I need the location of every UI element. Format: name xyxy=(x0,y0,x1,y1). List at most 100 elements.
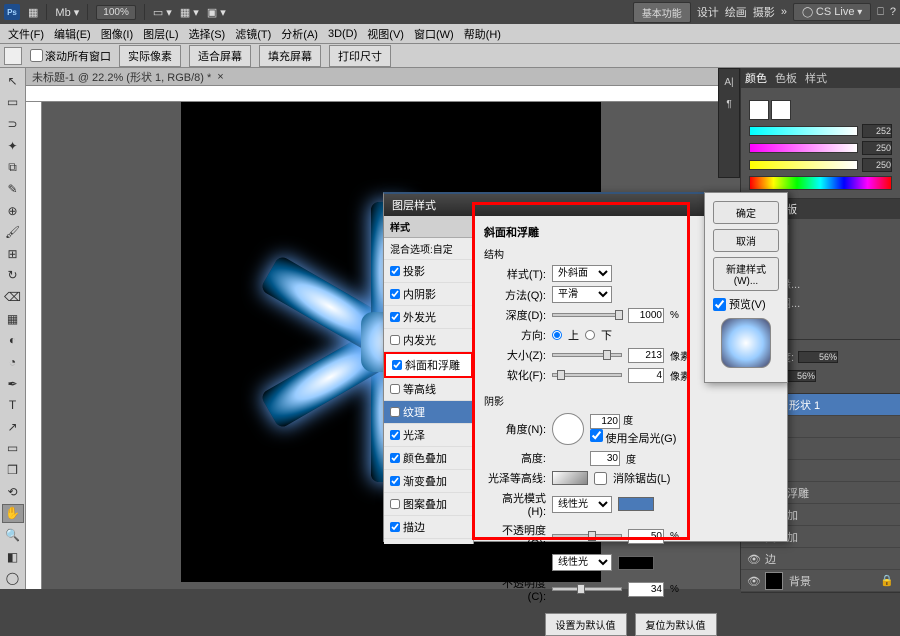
antialias-checkbox[interactable] xyxy=(594,472,607,485)
yellow-slider[interactable] xyxy=(749,160,858,170)
altitude-input[interactable] xyxy=(590,451,620,466)
soften-input[interactable] xyxy=(628,368,664,383)
opacity-input[interactable] xyxy=(798,351,838,363)
gloss-contour-picker[interactable] xyxy=(552,471,588,485)
menu-image[interactable]: 图像(I) xyxy=(97,24,137,44)
style-inner-shadow[interactable]: 内阴影 xyxy=(384,283,473,306)
shadow-opacity-slider[interactable] xyxy=(552,587,622,591)
crop-tool-icon[interactable]: ⧉ xyxy=(2,158,24,178)
size-input[interactable] xyxy=(628,348,664,363)
new-style-button[interactable]: 新建样式(W)... xyxy=(713,257,779,291)
style-bevel-emboss[interactable]: 斜面和浮雕 xyxy=(384,352,473,378)
dodge-tool-icon[interactable]: ◔ xyxy=(2,352,24,372)
cslive-button[interactable]: ◯ CS Live ▾ xyxy=(793,3,871,21)
move-tool-icon[interactable]: ↖ xyxy=(2,71,24,91)
highlight-opacity-slider[interactable] xyxy=(552,534,622,538)
style-color-overlay[interactable]: 颜色叠加 xyxy=(384,447,473,470)
zoom-tool-icon[interactable]: 🔍 xyxy=(2,525,24,545)
highlight-opacity-input[interactable] xyxy=(628,529,664,544)
screen-icon[interactable]: ▣ ▾ xyxy=(207,6,226,19)
cyan-slider[interactable] xyxy=(749,126,858,136)
reset-default-button[interactable]: 复位为默认值 xyxy=(635,613,717,636)
style-texture[interactable]: 纹理 xyxy=(384,401,473,424)
heal-tool-icon[interactable]: ⊕ xyxy=(2,201,24,221)
mb-icon[interactable]: Mb ▾ xyxy=(55,6,79,19)
pen-tool-icon[interactable]: ✒ xyxy=(2,374,24,394)
menu-file[interactable]: 文件(F) xyxy=(4,24,48,44)
menu-filter[interactable]: 滤镜(T) xyxy=(231,24,275,44)
eyedropper-tool-icon[interactable]: ✎ xyxy=(2,179,24,199)
style-gloss[interactable]: 光泽 xyxy=(384,424,473,447)
style-pattern-overlay[interactable]: 图案叠加 xyxy=(384,493,473,516)
document-tab[interactable]: 未标题-1 @ 22.2% (形状 1, RGB/8) * × xyxy=(26,68,740,86)
quickmask-icon[interactable]: ◯ xyxy=(2,568,24,588)
shape-tool-icon[interactable]: ▭ xyxy=(2,439,24,459)
type-tool-icon[interactable]: T xyxy=(2,395,24,415)
workspace-paint[interactable]: 绘画 xyxy=(725,4,747,20)
menu-select[interactable]: 选择(S) xyxy=(185,24,230,44)
close-tab-icon[interactable]: × xyxy=(217,71,223,83)
eraser-tool-icon[interactable]: ⌫ xyxy=(2,287,24,307)
dir-down-radio[interactable] xyxy=(585,330,595,340)
shadow-mode-select[interactable]: 线性光 xyxy=(552,554,612,571)
fill-screen-button[interactable]: 填充屏幕 xyxy=(259,45,321,67)
depth-slider[interactable] xyxy=(552,313,622,317)
menu-view[interactable]: 视图(V) xyxy=(363,24,408,44)
marquee-tool-icon[interactable]: ▭ xyxy=(2,93,24,113)
size-slider[interactable] xyxy=(552,353,622,357)
highlight-color-swatch[interactable] xyxy=(618,497,654,511)
fg-swatch[interactable] xyxy=(749,100,769,120)
tab-styles[interactable]: 样式 xyxy=(805,70,827,86)
menu-edit[interactable]: 编辑(E) xyxy=(50,24,95,44)
make-default-button[interactable]: 设置为默认值 xyxy=(545,613,627,636)
gradient-tool-icon[interactable]: ▦ xyxy=(2,309,24,329)
workspace-basic[interactable]: 基本功能 xyxy=(633,2,691,23)
tab-color[interactable]: 颜色 xyxy=(745,70,767,86)
view-icon[interactable]: ▭ ▾ xyxy=(153,6,172,19)
char-panel-icon[interactable]: A| xyxy=(722,77,736,91)
workspace-photo[interactable]: 摄影 xyxy=(753,4,775,20)
method-select[interactable]: 平滑 xyxy=(552,286,612,303)
style-stroke[interactable]: 描边 xyxy=(384,516,473,539)
stamp-tool-icon[interactable]: ⊞ xyxy=(2,244,24,264)
3d-rotate-icon[interactable]: ⟲ xyxy=(2,482,24,502)
menu-window[interactable]: 窗口(W) xyxy=(410,24,458,44)
help-icon[interactable]: ? xyxy=(890,6,896,18)
magenta-slider[interactable] xyxy=(749,143,858,153)
style-gradient-overlay[interactable]: 渐变叠加 xyxy=(384,470,473,493)
style-outer-glow[interactable]: 外发光 xyxy=(384,306,473,329)
ok-button[interactable]: 确定 xyxy=(713,201,779,224)
cyan-input[interactable] xyxy=(862,124,892,138)
path-tool-icon[interactable]: ↗ xyxy=(2,417,24,437)
style-drop-shadow[interactable]: 投影 xyxy=(384,260,473,283)
bg-swatch[interactable] xyxy=(771,100,791,120)
fg-bg-swatch-icon[interactable]: ◧ xyxy=(2,547,24,567)
menu-analysis[interactable]: 分析(A) xyxy=(277,24,322,44)
print-size-button[interactable]: 打印尺寸 xyxy=(329,45,391,67)
yellow-input[interactable] xyxy=(862,158,892,172)
blur-tool-icon[interactable]: ◐ xyxy=(2,331,24,351)
dir-up-radio[interactable] xyxy=(552,330,562,340)
highlight-mode-select[interactable]: 线性光 xyxy=(552,496,612,513)
hand-tool-icon[interactable]: ✋ xyxy=(2,504,24,524)
brush-tool-icon[interactable]: 🖌 xyxy=(2,222,24,242)
search-icon[interactable]: ⎕ xyxy=(877,6,884,19)
toolbar-icon[interactable]: ▦ xyxy=(28,6,38,19)
actual-pixels-button[interactable]: 实际像素 xyxy=(119,45,181,67)
style-inner-glow[interactable]: 内发光 xyxy=(384,329,473,352)
workspace-design[interactable]: 设计 xyxy=(697,4,719,20)
history-brush-icon[interactable]: ↻ xyxy=(2,266,24,286)
tab-swatches[interactable]: 色板 xyxy=(775,70,797,86)
menu-3d[interactable]: 3D(D) xyxy=(324,26,361,42)
para-panel-icon[interactable]: ¶ xyxy=(722,99,736,113)
lasso-tool-icon[interactable]: ⊃ xyxy=(2,114,24,134)
scroll-all-checkbox[interactable]: 滚动所有窗口 xyxy=(30,48,111,64)
wand-tool-icon[interactable]: ✦ xyxy=(2,136,24,156)
fit-screen-button[interactable]: 适合屏幕 xyxy=(189,45,251,67)
spectrum-bar[interactable] xyxy=(749,176,892,190)
preview-checkbox[interactable] xyxy=(713,298,726,311)
magenta-input[interactable] xyxy=(862,141,892,155)
style-contour[interactable]: 等高线 xyxy=(384,378,473,401)
shadow-opacity-input[interactable] xyxy=(628,582,664,597)
3d-tool-icon[interactable]: ❒ xyxy=(2,460,24,480)
